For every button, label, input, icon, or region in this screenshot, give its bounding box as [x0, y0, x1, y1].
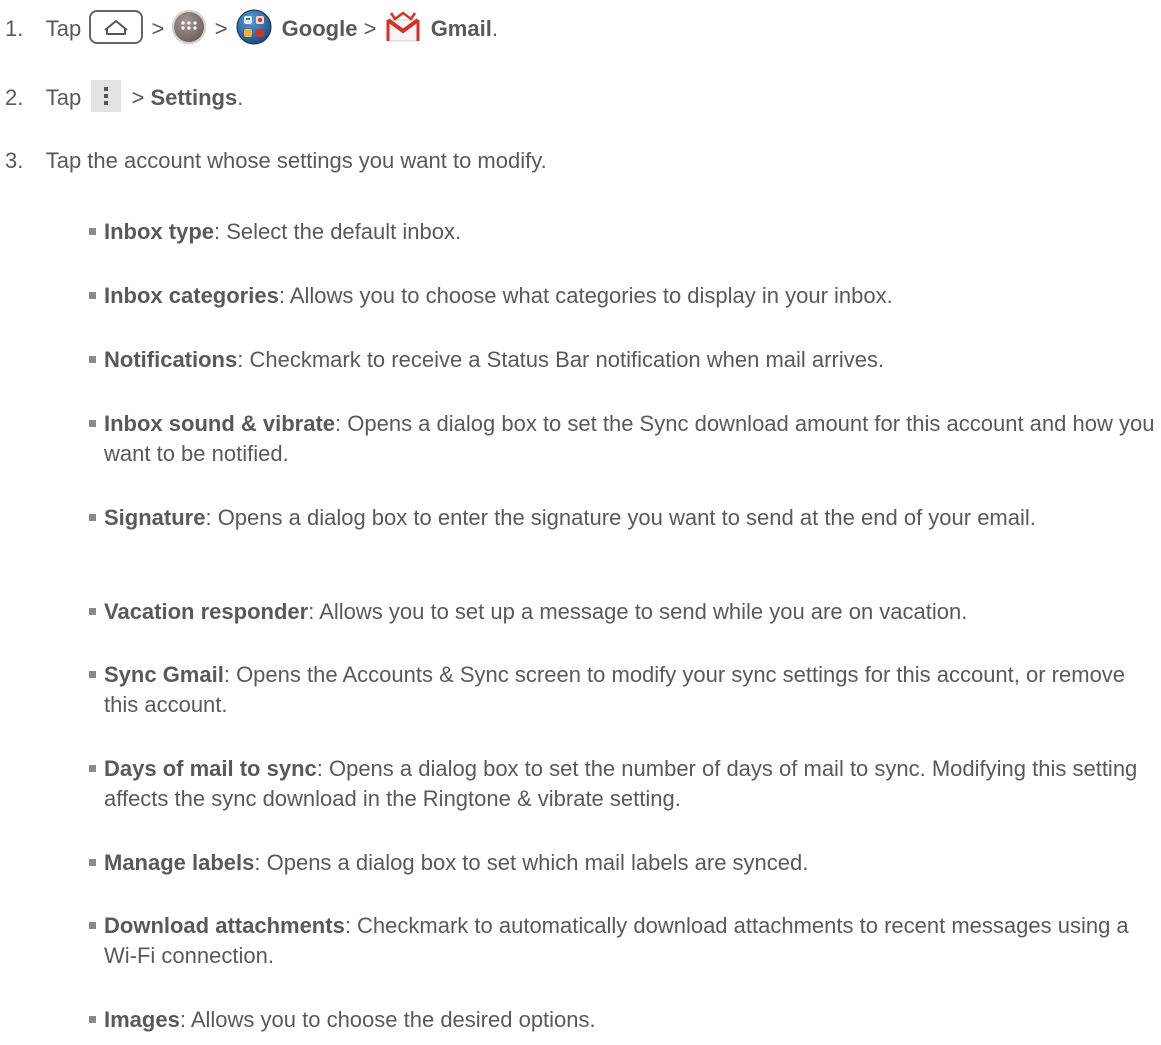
step-number: 1. [5, 15, 24, 41]
bullet-marker [89, 765, 96, 772]
item-desc: : Allows you to choose the desired optio… [179, 1007, 596, 1032]
gmail-icon [385, 11, 421, 43]
gmail-label: Gmail [430, 15, 492, 41]
item-desc: : Allows you to choose what categories t… [278, 283, 893, 308]
item-desc: : Checkmark to receive a Status Bar noti… [237, 347, 885, 372]
bullet-marker [89, 228, 96, 235]
bullet-marker [89, 420, 96, 427]
separator: > [214, 15, 228, 41]
bullet-marker [89, 859, 96, 866]
step-2: 2. Tap > Settings. [0, 80, 244, 115]
list-item: Inbox categories: Allows you to choose w… [89, 281, 1161, 311]
step-tap-word: Tap [45, 85, 82, 110]
google-label: Google [281, 15, 358, 41]
list-item: Notifications: Checkmark to receive a St… [89, 345, 1161, 375]
step-end: . [237, 85, 244, 110]
bullet-marker [89, 1016, 96, 1023]
item-term: Download attachments [104, 913, 345, 938]
item-term: Inbox type [104, 219, 215, 244]
separator: > [151, 15, 165, 41]
item-term: Notifications [104, 347, 238, 372]
item-term: Vacation responder [104, 599, 309, 624]
separator: > [363, 15, 377, 41]
list-item: Inbox type: Select the default inbox. [89, 217, 1161, 247]
home-key-icon [89, 10, 144, 44]
item-desc: : Opens a dialog box to enter the signat… [205, 505, 1036, 530]
step-number: 2. [5, 85, 24, 110]
bullet-marker [89, 514, 96, 521]
bullet-marker [89, 922, 96, 929]
step-3: 3. Tap the account whose settings you wa… [0, 146, 547, 176]
bullet-marker [89, 608, 96, 615]
item-term: Images [104, 1007, 180, 1032]
list-item: Manage labels: Opens a dialog box to set… [89, 848, 1161, 878]
item-desc: : Opens the Accounts & Sync screen to mo… [104, 662, 1126, 717]
item-term: Inbox categories [104, 283, 279, 308]
item-term: Days of mail to sync [104, 756, 317, 781]
item-term: Manage labels [104, 850, 255, 875]
bullet-marker [89, 671, 96, 678]
list-item: Signature: Opens a dialog box to enter t… [89, 503, 1161, 533]
list-item: Sync Gmail: Opens the Accounts & Sync sc… [89, 660, 1161, 720]
item-desc: : Allows you to set up a message to send… [308, 599, 968, 624]
separator: > [131, 85, 145, 110]
menu-icon [91, 80, 122, 113]
step-tap-word: Tap [45, 15, 82, 41]
list-item: Inbox sound & vibrate: Opens a dialog bo… [89, 409, 1161, 469]
bullet-marker [89, 292, 96, 299]
settings-label: Settings [150, 85, 238, 110]
item-term: Inbox sound & vibrate [104, 411, 336, 436]
step-text: Tap the account whose settings you want … [45, 148, 547, 173]
list-item: Days of mail to sync: Opens a dialog box… [89, 754, 1161, 814]
list-item: Vacation responder: Allows you to set up… [89, 597, 1161, 627]
step-number: 3. [5, 148, 24, 173]
step-end: . [491, 15, 498, 41]
google-folder-icon [236, 9, 272, 45]
item-term: Signature [104, 505, 206, 530]
item-desc: : Opens a dialog box to set which mail l… [254, 850, 809, 875]
item-desc: : Select the default inbox. [214, 219, 462, 244]
list-item: Download attachments: Checkmark to autom… [89, 911, 1161, 971]
list-item: Images: Allows you to choose the desired… [89, 1005, 1161, 1035]
apps-icon [172, 10, 207, 44]
bullet-marker [89, 356, 96, 363]
page: { "steps": [ { "number": "1.", "tap_word… [0, 0, 1161, 1045]
item-term: Sync Gmail [104, 662, 224, 687]
step-1: 1. Tap > > Google > Gmail. [0, 9, 498, 48]
